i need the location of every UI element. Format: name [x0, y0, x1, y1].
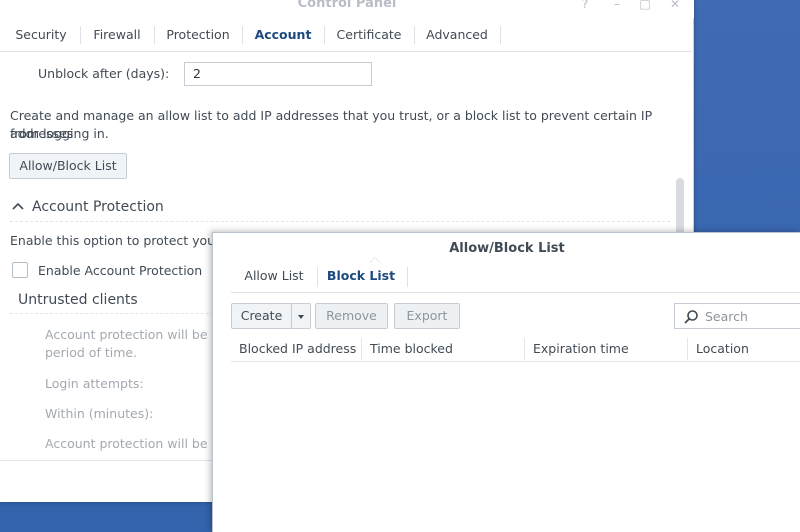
- unblock-after-input[interactable]: 2: [184, 62, 372, 86]
- help-icon[interactable]: ?: [578, 0, 592, 11]
- search-input[interactable]: Search: [674, 303, 800, 329]
- window-titlebar: Control Panel ? – □ ✕: [0, 0, 694, 18]
- minimize-icon[interactable]: –: [610, 0, 624, 11]
- enable-protection-description: Enable this option to protect your a: [10, 233, 232, 248]
- untrusted-clients-title: Untrusted clients: [18, 292, 138, 308]
- remove-button[interactable]: Remove: [315, 303, 388, 329]
- tab-divider: [324, 26, 325, 44]
- untrusted-description-line2: period of time.: [45, 345, 138, 360]
- tab-certificate[interactable]: Certificate: [332, 18, 406, 51]
- tab-bar: Security Firewall Protection Account Cer…: [0, 18, 694, 52]
- login-attempts-label: Login attempts:: [45, 376, 144, 391]
- maximize-icon[interactable]: □: [638, 0, 652, 11]
- dialog-tab-bar: Allow List Block List: [231, 263, 800, 293]
- scrollbar-thumb[interactable]: [676, 178, 684, 238]
- unblock-after-label: Unblock after (days):: [38, 66, 170, 81]
- tab-divider: [154, 26, 155, 44]
- close-icon[interactable]: ✕: [668, 0, 682, 11]
- allow-block-description-line2: from logging in.: [10, 126, 109, 141]
- account-protection-title: Account Protection: [32, 199, 164, 215]
- search-placeholder: Search: [705, 309, 748, 324]
- tab-divider: [500, 26, 501, 44]
- search-icon: [684, 310, 698, 324]
- tab-security[interactable]: Security: [10, 18, 72, 51]
- tab-divider: [414, 26, 415, 44]
- create-dropdown-arrow-icon[interactable]: [291, 303, 311, 329]
- export-button[interactable]: Export: [394, 303, 460, 329]
- tab-allow-list[interactable]: Allow List: [237, 263, 311, 292]
- account-protection-header[interactable]: Account Protection: [10, 196, 670, 222]
- column-location[interactable]: Location: [688, 336, 800, 362]
- block-list-table-header: Blocked IP address Time blocked Expirati…: [231, 336, 800, 362]
- column-time-blocked[interactable]: Time blocked: [362, 336, 524, 362]
- allow-block-list-dialog: Allow/Block List Allow List Block List C…: [212, 232, 800, 532]
- allow-block-list-button[interactable]: Allow/Block List: [9, 153, 127, 179]
- tab-divider: [242, 26, 243, 44]
- dialog-title: Allow/Block List: [449, 241, 565, 256]
- tab-divider: [407, 267, 408, 287]
- create-button[interactable]: Create: [231, 303, 292, 329]
- active-tab-indicator: [369, 257, 381, 263]
- tab-divider: [80, 26, 81, 44]
- tab-block-list[interactable]: Block List: [323, 263, 399, 292]
- enable-account-protection-checkbox[interactable]: [12, 262, 28, 278]
- within-minutes-label: Within (minutes):: [45, 406, 154, 421]
- block-list-table-body: [231, 363, 800, 532]
- column-blocked-ip[interactable]: Blocked IP address: [231, 336, 361, 362]
- tab-firewall[interactable]: Firewall: [88, 18, 146, 51]
- column-expiration-time[interactable]: Expiration time: [525, 336, 687, 362]
- allow-block-description-line1: Create and manage an allow list to add I…: [10, 108, 653, 141]
- tab-advanced[interactable]: Advanced: [422, 18, 492, 51]
- untrusted-description-line1: Account protection will be trig: [45, 327, 233, 342]
- tab-account[interactable]: Account: [250, 18, 316, 51]
- cancel-protection-description: Account protection will be car: [45, 436, 232, 451]
- chevron-up-icon: [12, 202, 24, 210]
- tab-divider: [317, 267, 318, 287]
- enable-account-protection-label: Enable Account Protection: [38, 263, 203, 278]
- tab-protection[interactable]: Protection: [162, 18, 234, 51]
